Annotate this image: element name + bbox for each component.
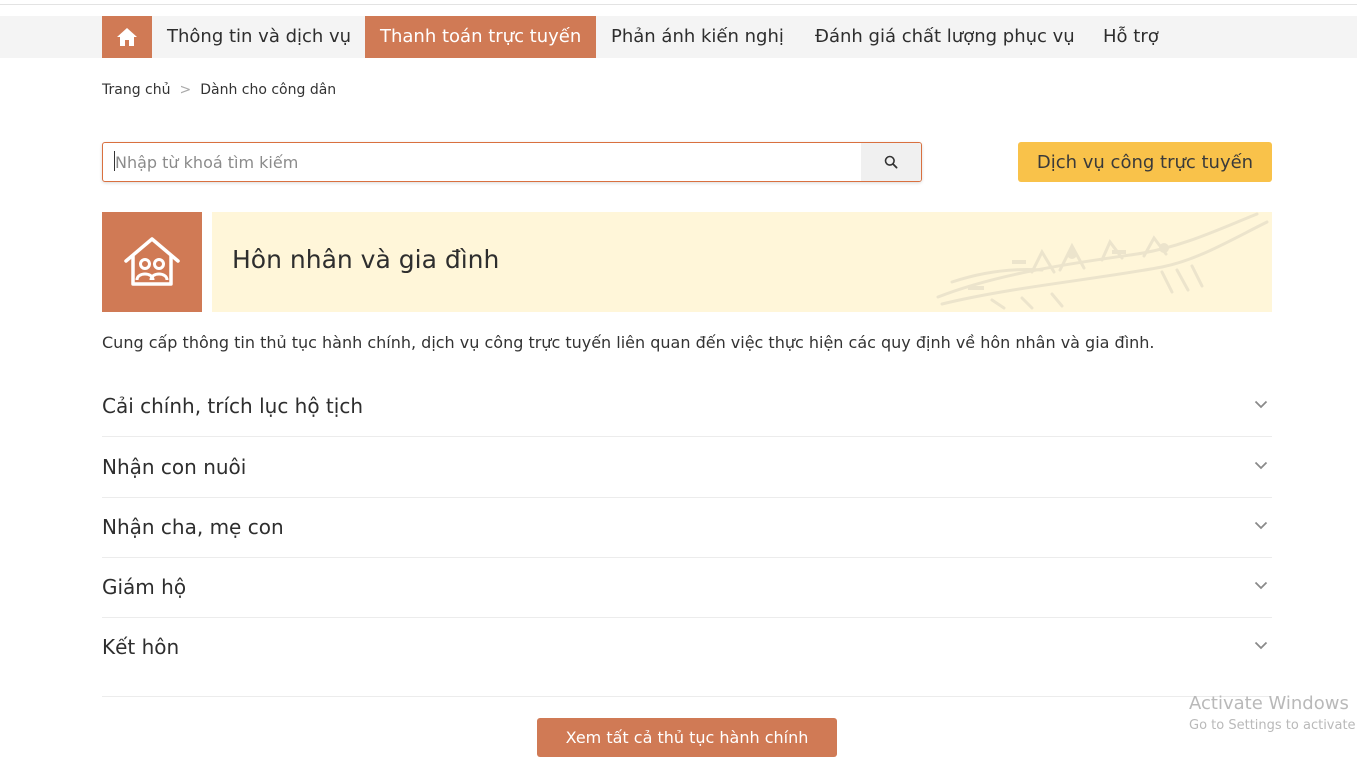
watermark-subtitle: Go to Settings to activate	[1189, 718, 1356, 733]
category-title: Hôn nhân và gia đình	[232, 245, 500, 274]
accordion-item-label: Giám hộ	[102, 575, 187, 599]
chevron-down-icon	[1254, 641, 1268, 650]
nav-item-phan-anh[interactable]: Phản ánh kiến nghị	[611, 16, 784, 58]
accordion-item-label: Nhận con nuôi	[102, 455, 247, 479]
breadcrumb-separator: >	[179, 82, 192, 98]
breadcrumb-current: Dành cho công dân	[200, 82, 337, 98]
view-all-procedures-button[interactable]: Xem tất cả thủ tục hành chính	[537, 718, 837, 757]
breadcrumb: Trang chủ > Dành cho công dân	[102, 82, 336, 98]
accordion-item-label: Kết hôn	[102, 635, 180, 659]
chevron-down-icon	[1254, 521, 1268, 530]
category-description: Cung cấp thông tin thủ tục hành chính, d…	[102, 333, 1155, 352]
breadcrumb-home-link[interactable]: Trang chủ	[102, 82, 170, 98]
chevron-down-icon	[1254, 400, 1268, 409]
accordion-item-label: Cải chính, trích lục hộ tịch	[102, 394, 364, 418]
family-house-icon	[124, 237, 180, 286]
search-button[interactable]	[861, 143, 921, 181]
accordion-item-nhan-con-nuoi[interactable]: Nhận con nuôi	[102, 437, 1272, 498]
online-services-button[interactable]: Dịch vụ công trực tuyến	[1018, 142, 1272, 182]
nav-item-ho-tro[interactable]: Hỗ trợ	[1103, 16, 1159, 58]
search-box	[102, 142, 922, 182]
top-divider	[0, 4, 1357, 5]
windows-activation-watermark: Activate Windows Go to Settings to activ…	[1189, 693, 1356, 733]
accordion-item-cai-chinh[interactable]: Cải chính, trích lục hộ tịch	[102, 376, 1272, 437]
accordion-item-nhan-cha-me-con[interactable]: Nhận cha, mẹ con	[102, 497, 1272, 558]
nav-home-button[interactable]	[102, 16, 152, 58]
search-icon	[884, 155, 898, 169]
category-icon-box	[102, 212, 202, 312]
chevron-down-icon	[1254, 581, 1268, 590]
chevron-down-icon	[1254, 461, 1268, 470]
accordion-item-ket-hon[interactable]: Kết hôn	[102, 617, 1272, 697]
accordion-item-label: Nhận cha, mẹ con	[102, 515, 284, 539]
bronze-drum-bird-decoration-icon	[936, 212, 1269, 310]
nav-item-thanh-toan[interactable]: Thanh toán trực tuyến	[365, 16, 597, 58]
category-banner: Hôn nhân và gia đình	[212, 212, 1272, 312]
search-input[interactable]	[103, 143, 861, 181]
accordion-item-giam-ho[interactable]: Giám hộ	[102, 557, 1272, 618]
text-caret	[114, 151, 115, 171]
nav-item-thong-tin[interactable]: Thông tin và dịch vụ	[167, 16, 351, 58]
watermark-title: Activate Windows	[1189, 693, 1349, 714]
nav-item-danh-gia[interactable]: Đánh giá chất lượng phục vụ	[815, 16, 1075, 58]
home-icon	[117, 28, 137, 46]
